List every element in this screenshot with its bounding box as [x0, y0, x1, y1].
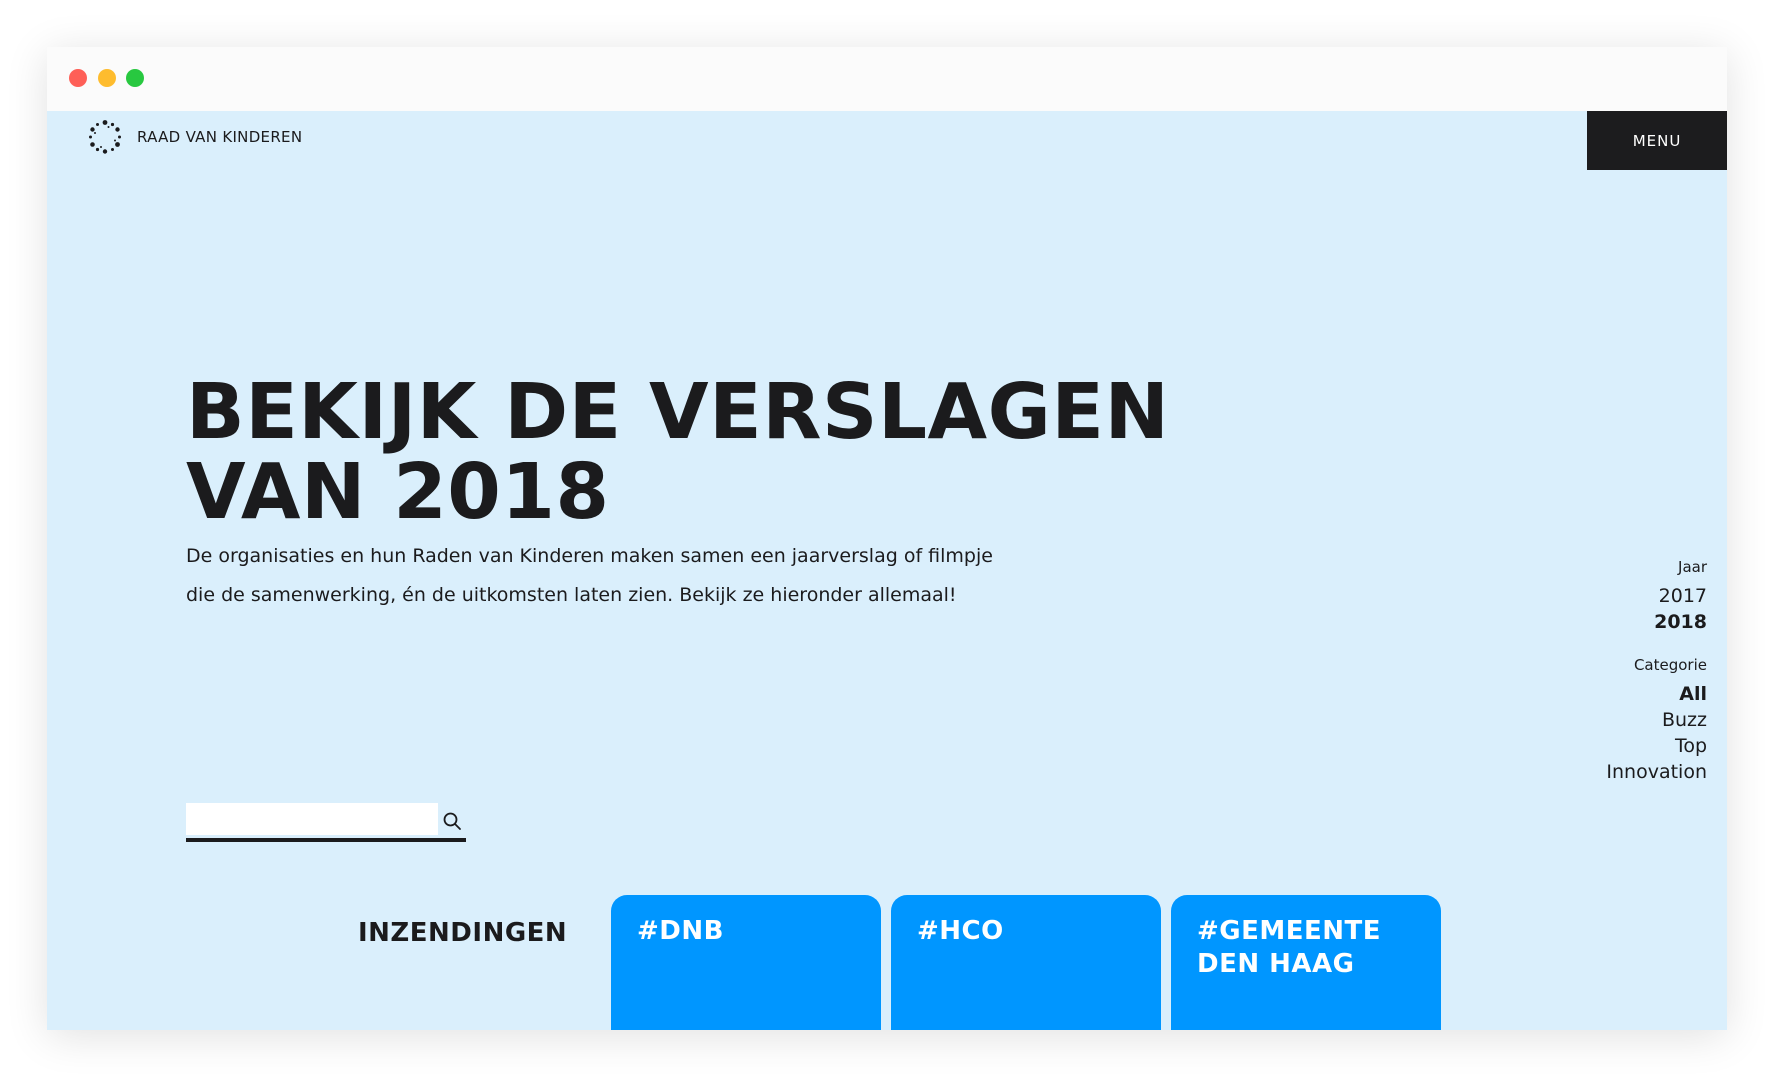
page-title-line-2: VAN 2018 [186, 448, 610, 537]
year-filter: Jaar 2017 2018 [1606, 557, 1707, 635]
menu-button[interactable]: MENU [1587, 111, 1727, 170]
close-window-button[interactable] [69, 69, 87, 87]
browser-window: RAAD VAN KINDEREN MENU BEKIJK DE VERSLAG… [47, 47, 1727, 1030]
submissions-heading: INZENDINGEN [358, 918, 568, 948]
page-content: RAAD VAN KINDEREN MENU BEKIJK DE VERSLAG… [47, 111, 1727, 1030]
year-filter-heading: Jaar [1678, 558, 1707, 576]
logo-text: RAAD VAN KINDEREN [137, 128, 303, 146]
category-option-all[interactable]: All [1606, 681, 1707, 707]
search-input[interactable] [186, 803, 438, 835]
submission-card-title: #DNB [637, 916, 724, 946]
minimize-window-button[interactable] [98, 69, 116, 87]
site-logo-link[interactable]: RAAD VAN KINDEREN [87, 117, 302, 157]
category-filter: Categorie All Buzz Top Innovation [1606, 655, 1707, 785]
search-bar [186, 803, 466, 842]
submission-card-gemeente-den-haag[interactable]: #GEMEENTE DEN HAAG [1171, 895, 1441, 1030]
submission-card-title: #HCO [917, 916, 1004, 946]
category-option-innovation[interactable]: Innovation [1606, 759, 1707, 785]
category-option-buzz[interactable]: Buzz [1606, 707, 1707, 733]
search-icon[interactable] [442, 811, 462, 831]
category-option-top[interactable]: Top [1606, 733, 1707, 759]
submission-card-hco[interactable]: #HCO [891, 895, 1161, 1030]
submission-card-title: #GEMEENTE DEN HAAG [1197, 916, 1382, 979]
page-title: BEKIJK DE VERSLAGEN VAN 2018 [186, 373, 1169, 533]
year-option-2017[interactable]: 2017 [1606, 583, 1707, 609]
submission-card-dnb[interactable]: #DNB [611, 895, 881, 1030]
dotted-ring-logo-icon [89, 120, 121, 154]
window-titlebar [47, 47, 1727, 112]
maximize-window-button[interactable] [126, 69, 144, 87]
filter-panel: Jaar 2017 2018 Categorie All Buzz Top In… [1606, 557, 1707, 785]
intro-text: De organisaties en hun Raden van Kindere… [186, 545, 993, 606]
category-filter-heading: Categorie [1633, 656, 1707, 674]
page-title-line-1: BEKIJK DE VERSLAGEN [186, 368, 1170, 457]
year-option-2018[interactable]: 2018 [1606, 609, 1707, 635]
